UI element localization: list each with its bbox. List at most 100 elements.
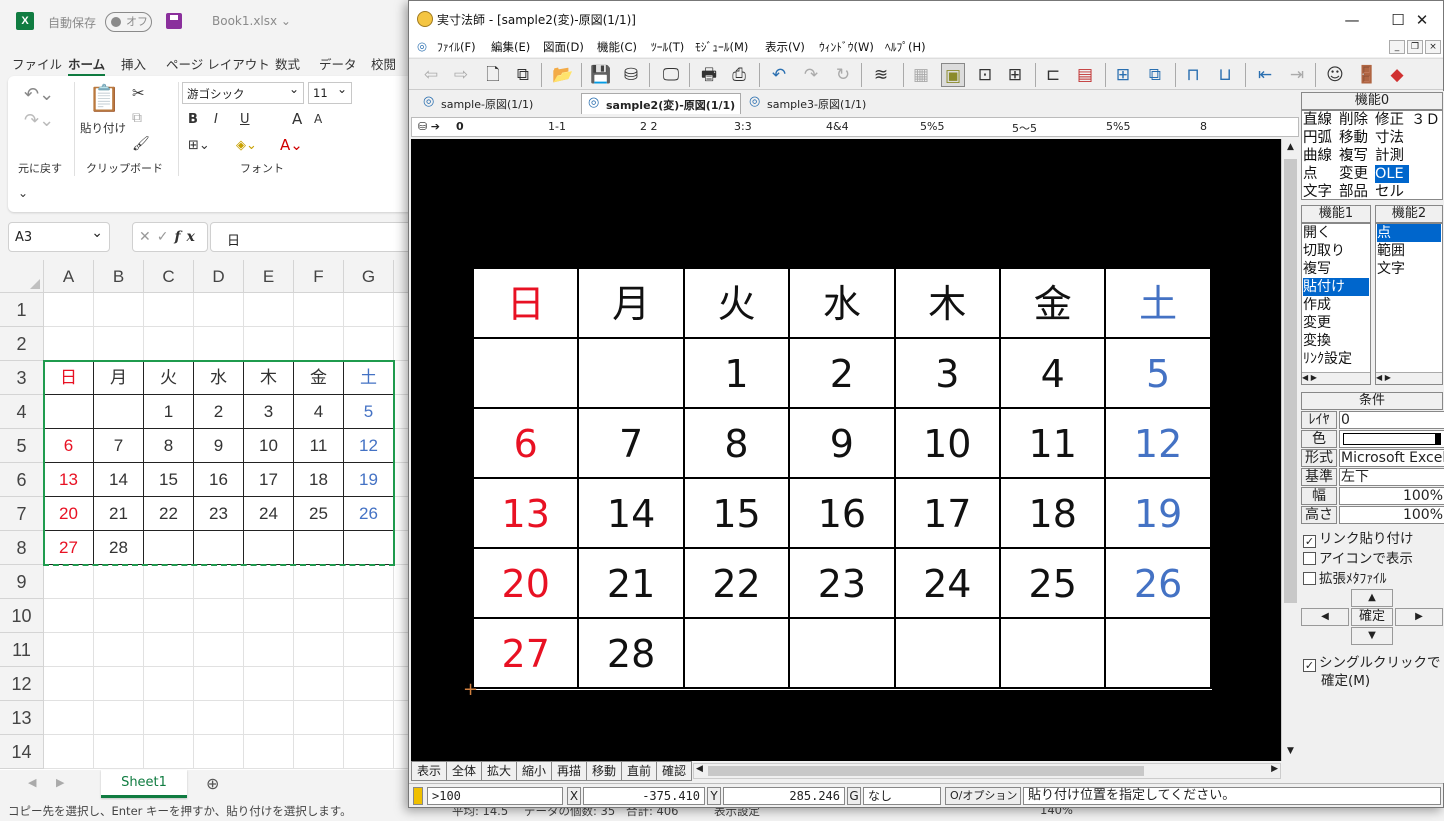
condition-checkbox[interactable]: 拡張ﾒﾀﾌｧｲﾙ xyxy=(1303,567,1387,587)
function2-item[interactable]: 範囲 xyxy=(1377,242,1441,260)
function0-item[interactable]: 変更 xyxy=(1339,165,1373,183)
calendar-cell[interactable] xyxy=(44,395,94,429)
fx-icon[interactable]: fx xyxy=(174,229,200,245)
repeat-icon[interactable]: ↻ xyxy=(831,63,855,87)
cmd-zoom-out[interactable]: 縮小 xyxy=(516,761,552,781)
function2-item[interactable]: 点 xyxy=(1377,224,1441,242)
copy-icon[interactable]: ⧉ xyxy=(132,110,142,126)
shrink-font-button[interactable]: A xyxy=(314,112,322,126)
column-header-d[interactable]: D xyxy=(194,260,244,293)
mdi-minimize-icon[interactable]: _ xyxy=(1389,40,1405,54)
save-icon[interactable] xyxy=(166,13,182,29)
calendar-cell[interactable]: 木 xyxy=(244,361,294,395)
calendar-cell[interactable]: 13 xyxy=(44,463,94,497)
cell[interactable] xyxy=(144,701,194,735)
function0-item[interactable]: 計測 xyxy=(1375,147,1409,165)
function0-item[interactable]: 移動 xyxy=(1339,129,1373,147)
cell[interactable] xyxy=(94,735,144,769)
function0-item[interactable]: 複写 xyxy=(1339,147,1373,165)
snap-icon[interactable]: ⊡ xyxy=(973,63,997,87)
border-icon[interactable]: ⊞⌄ xyxy=(188,138,210,153)
sheet-tab[interactable]: Sheet1 xyxy=(101,770,187,798)
cell[interactable] xyxy=(44,565,94,599)
cell[interactable] xyxy=(344,293,394,327)
menu-tools[interactable]: ﾂｰﾙ(T) xyxy=(651,39,684,55)
single-click-checkbox[interactable]: ✓ シングルクリックで xyxy=(1303,651,1441,672)
calendar-cell[interactable]: 5 xyxy=(344,395,394,429)
next-sheet-icon[interactable]: ▶ xyxy=(56,776,64,789)
layer-5[interactable]: 5%5 xyxy=(920,120,944,133)
calendar-cell[interactable]: 17 xyxy=(244,463,294,497)
font-name-select[interactable]: 游ゴシック xyxy=(182,82,304,104)
cell[interactable] xyxy=(194,633,244,667)
format-painter-icon[interactable]: 🖌 xyxy=(132,136,150,152)
mdi-close-icon[interactable]: × xyxy=(1425,40,1441,54)
cell[interactable] xyxy=(44,735,94,769)
cell[interactable] xyxy=(44,667,94,701)
cut-icon[interactable]: ✂ xyxy=(132,84,145,102)
function0-item[interactable]: 文字 xyxy=(1303,183,1337,201)
cell[interactable] xyxy=(144,565,194,599)
row-header-7[interactable]: 7 xyxy=(0,497,44,531)
calendar-cell[interactable]: 15 xyxy=(144,463,194,497)
cell[interactable] xyxy=(244,701,294,735)
cell[interactable] xyxy=(44,327,94,361)
calendar-cell[interactable]: 2 xyxy=(194,395,244,429)
row-header-12[interactable]: 12 xyxy=(0,667,44,701)
doc-menu-icon[interactable]: ◎ xyxy=(417,39,427,53)
confirm-button[interactable]: 確定 xyxy=(1351,608,1393,626)
redo-icon[interactable]: ↷ xyxy=(799,63,823,87)
move-down-icon[interactable]: ▼ xyxy=(1351,627,1393,645)
calendar-cell[interactable]: 22 xyxy=(144,497,194,531)
row-header-8[interactable]: 8 xyxy=(0,531,44,565)
window-top-icon[interactable]: ⊓ xyxy=(1181,63,1205,87)
column-header-b[interactable]: B xyxy=(94,260,144,293)
scroll-down-icon[interactable]: ▼ xyxy=(1282,743,1299,759)
calendar-cell[interactable] xyxy=(294,531,344,565)
cell[interactable] xyxy=(94,633,144,667)
user-icon[interactable]: ☺ xyxy=(1323,63,1347,87)
cmd-pan[interactable]: 移動 xyxy=(586,761,622,781)
cell[interactable] xyxy=(94,701,144,735)
calendar-cell[interactable]: 8 xyxy=(144,429,194,463)
cell[interactable] xyxy=(44,599,94,633)
print-preview-icon[interactable]: 🖵 xyxy=(659,63,683,87)
row-header-2[interactable]: 2 xyxy=(0,327,44,361)
calendar-cell[interactable]: 16 xyxy=(194,463,244,497)
tab-formulas[interactable]: 数式 xyxy=(275,54,300,73)
bold-button[interactable]: B xyxy=(188,112,198,127)
cell[interactable] xyxy=(294,667,344,701)
row-header-10[interactable]: 10 xyxy=(0,599,44,633)
group-icon[interactable]: ▤ xyxy=(1073,63,1097,87)
cell[interactable] xyxy=(44,633,94,667)
cell[interactable] xyxy=(244,599,294,633)
function0-item[interactable]: OLE xyxy=(1375,165,1409,183)
horizontal-scrollbar[interactable]: ◀ ▶ xyxy=(693,763,1281,779)
drawing-canvas[interactable]: 日月火水木金土 1 2 3 4 5 6 7 8 9 10 11 12 13 14 15 16 17 18 19 20 21… xyxy=(411,139,1281,761)
function1-item[interactable]: 開く xyxy=(1303,224,1369,242)
calendar-cell[interactable]: 1 xyxy=(144,395,194,429)
layer-icon[interactable]: ⛁ ➔ xyxy=(418,120,440,133)
condition-value[interactable]: 0 xyxy=(1339,411,1444,429)
underline-button[interactable]: U xyxy=(240,112,250,127)
condition-checkbox[interactable]: アイコンで表示 xyxy=(1303,547,1413,567)
cell[interactable] xyxy=(344,565,394,599)
function0-item[interactable]: ３Ｄ xyxy=(1411,111,1444,129)
calendar-cell[interactable]: 23 xyxy=(194,497,244,531)
move-right-icon[interactable]: ▶ xyxy=(1395,608,1443,626)
paste-icon[interactable]: 📋 xyxy=(88,84,120,114)
cell[interactable] xyxy=(144,599,194,633)
fill-color-icon[interactable]: ◈⌄ xyxy=(236,138,257,153)
calendar-cell[interactable]: 20 xyxy=(44,497,94,531)
tab-review[interactable]: 校閲 xyxy=(371,54,396,73)
row-header-6[interactable]: 6 xyxy=(0,463,44,497)
cmd-previous[interactable]: 直前 xyxy=(621,761,657,781)
window-bottom-icon[interactable]: ⊔ xyxy=(1213,63,1237,87)
checkbox-icon[interactable] xyxy=(1303,552,1316,565)
close-icon[interactable]: ✕ xyxy=(1399,7,1444,33)
condition-value[interactable]: Microsoft Excel xyxy=(1339,449,1444,467)
calendar-cell[interactable]: 11 xyxy=(294,429,344,463)
new-window-icon[interactable]: ⧉ xyxy=(511,63,535,87)
layer-0[interactable]: 0 xyxy=(456,120,464,133)
calendar-cell[interactable]: 3 xyxy=(244,395,294,429)
